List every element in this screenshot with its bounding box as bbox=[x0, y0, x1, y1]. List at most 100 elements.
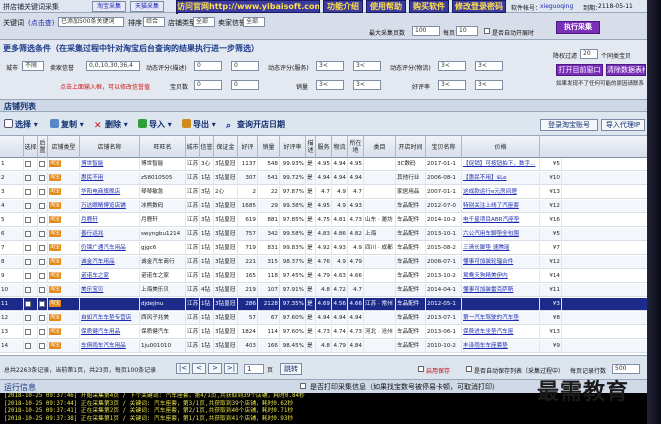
table-cell[interactable]: 车俱雨车汽车用品 bbox=[80, 340, 140, 352]
row-checkbox-cell[interactable] bbox=[24, 270, 38, 282]
tag-tmall[interactable]: 天猫采集 bbox=[130, 1, 164, 12]
grid-column-header[interactable]: 保证金 bbox=[214, 136, 238, 158]
row-checkbox[interactable] bbox=[25, 300, 31, 307]
grid-column-header[interactable]: 描述 bbox=[306, 136, 316, 158]
password-button[interactable]: 修改登录密码 bbox=[452, 0, 506, 13]
row-checkbox-cell[interactable] bbox=[38, 340, 48, 352]
row-checkbox-cell[interactable] bbox=[38, 312, 48, 324]
table-cell[interactable]: 这成款运行e元房间理 bbox=[462, 186, 540, 198]
row-checkbox-cell[interactable] bbox=[24, 172, 38, 184]
search-date-tool[interactable]: ⌕ 查询开店日期 bbox=[226, 119, 285, 131]
row-checkbox-cell[interactable] bbox=[24, 242, 38, 254]
row-checkbox-cell[interactable] bbox=[38, 270, 48, 282]
table-cell[interactable]: 保费进车坐垫汽车座 bbox=[462, 326, 540, 338]
row-checkbox[interactable] bbox=[39, 314, 45, 321]
table-cell[interactable]: 保质健汽车用品 bbox=[80, 326, 140, 338]
table-cell[interactable]: 诺诺车之家 bbox=[80, 270, 140, 282]
table-row[interactable]: 14 淘宝 车俱雨车汽车用品 1ju001010 江苏 1钻 3钻皇冠 403 166 98.45… bbox=[0, 340, 647, 353]
row-checkbox-cell[interactable] bbox=[24, 284, 38, 296]
table-cell[interactable]: 电千星项目ABR汽座垫 bbox=[462, 214, 540, 226]
row-checkbox[interactable] bbox=[25, 328, 31, 335]
table-cell[interactable]: 特别关注上线了汽座套 bbox=[462, 200, 540, 212]
copy-tool[interactable]: 复制 ▾ bbox=[50, 119, 84, 130]
sort-select[interactable]: 综合 bbox=[143, 17, 165, 27]
auto-checkbox[interactable] bbox=[484, 28, 490, 34]
row-checkbox-cell[interactable] bbox=[24, 228, 38, 240]
city-select[interactable]: 不限 bbox=[22, 61, 44, 71]
tag-taobao[interactable]: 淘宝采集 bbox=[92, 1, 126, 12]
table-row[interactable]: 8 淘宝 诚金汽车用品 诚金汽车商行 江苏 1钻 3钻皇冠 221 315 98.37% 是 4.76… bbox=[0, 256, 647, 269]
auto-save-checkbox[interactable] bbox=[466, 366, 472, 372]
row-checkbox-cell[interactable] bbox=[24, 312, 38, 324]
table-row[interactable]: 4 淘宝 万达眼睛博览店铺 冰熊数码 江苏 1钻 3钻皇冠 1685 29 99.38% 是 4.95… bbox=[0, 200, 647, 213]
export-tool[interactable]: 导出 ▾ bbox=[182, 119, 216, 130]
table-row[interactable]: 1 淘宝 博世智能 博世智能 江苏 3心 3钻皇冠 1137 548 99.93% 是 4.95 4.9… bbox=[0, 158, 647, 171]
row-checkbox[interactable] bbox=[39, 174, 45, 181]
row-checkbox[interactable] bbox=[39, 258, 45, 265]
keyword-input[interactable]: 已添加500条关键词 bbox=[58, 17, 124, 27]
row-checkbox-cell[interactable] bbox=[38, 326, 48, 338]
table-cell[interactable]: 博世智能 bbox=[80, 158, 140, 170]
print-log-checkbox[interactable] bbox=[300, 383, 306, 389]
grid-column-header[interactable] bbox=[0, 136, 24, 158]
row-checkbox[interactable] bbox=[25, 286, 31, 293]
grid-column-header[interactable]: 价格 bbox=[462, 136, 540, 158]
per-page-input[interactable]: 500 bbox=[612, 364, 640, 374]
row-checkbox[interactable] bbox=[25, 174, 31, 181]
table-cell[interactable]: 【惠民不用】$Le bbox=[462, 172, 540, 184]
row-checkbox[interactable] bbox=[39, 342, 45, 349]
row-checkbox-cell[interactable] bbox=[24, 298, 38, 310]
row-checkbox-cell[interactable] bbox=[38, 200, 48, 212]
row-checkbox[interactable] bbox=[25, 160, 31, 167]
service-to[interactable]: 3< bbox=[353, 61, 381, 71]
last-page-button[interactable]: >| bbox=[224, 363, 238, 374]
buy-button[interactable]: 购买软件 bbox=[409, 0, 449, 13]
delete-tool[interactable]: ✕ 删除 ▾ bbox=[94, 119, 128, 131]
table-cell[interactable]: 惠民不用 bbox=[80, 172, 140, 184]
prev-page-button[interactable]: < bbox=[192, 363, 206, 374]
grid-column-header[interactable]: 好评 bbox=[238, 136, 258, 158]
grid-column-header[interactable]: 旺旺名 bbox=[140, 136, 186, 158]
grid-column-header[interactable]: 城市 bbox=[186, 136, 200, 158]
table-cell[interactable]: 万达眼睛博览店铺 bbox=[80, 200, 140, 212]
row-checkbox[interactable] bbox=[25, 272, 31, 279]
table-row[interactable]: 13 淘宝 保质健汽车用品 保质健汽车 江苏 1钻 3钻皇冠 1824 114 97.60% 是 4.… bbox=[0, 326, 647, 339]
row-checkbox-cell[interactable] bbox=[24, 186, 38, 198]
row-checkbox[interactable] bbox=[39, 160, 45, 167]
table-row[interactable]: 3 淘宝 华阳电商旗舰店 琴琴敏急 江苏 3钻 2心 2 22 97.87% 是 4.7 4.9 4.7 家… bbox=[0, 186, 647, 199]
table-cell[interactable]: 第一汽车驾驶的汽车垫 bbox=[462, 312, 540, 324]
table-cell[interactable] bbox=[80, 298, 140, 310]
table-cell[interactable]: 懂事可加装轮辐合件 bbox=[462, 256, 540, 268]
desc-from[interactable]: 0 bbox=[194, 61, 222, 71]
table-row[interactable]: 9 淘宝 诺诺车之家 诺诺车之家 江苏 1钻 3钻皇冠 165 118 97.45% 是 4.79 4.… bbox=[0, 270, 647, 283]
table-cell[interactable]: 丰泽雨车车座套垫 bbox=[462, 340, 540, 352]
open-window-button[interactable]: 打开目前窗口 bbox=[556, 64, 603, 76]
row-checkbox-cell[interactable] bbox=[38, 242, 48, 254]
grid-column-header[interactable]: 所在地 bbox=[348, 136, 364, 158]
row-checkbox[interactable] bbox=[25, 258, 31, 265]
table-cell[interactable]: 懂事可加装雷克萨斯 bbox=[462, 284, 540, 296]
logistics-from[interactable]: 3< bbox=[438, 61, 466, 71]
keyword-hint-link[interactable]: (点击查) bbox=[28, 18, 54, 28]
row-checkbox-cell[interactable] bbox=[24, 214, 38, 226]
sales-from[interactable]: 3< bbox=[316, 80, 344, 90]
table-cell[interactable]: 诚金汽车用品 bbox=[80, 256, 140, 268]
go-button[interactable]: 跳转 bbox=[280, 363, 302, 375]
grid-column-header[interactable]: 选择 bbox=[24, 136, 38, 158]
next-page-button[interactable]: > bbox=[208, 363, 222, 374]
page-input[interactable]: 1 bbox=[244, 364, 264, 374]
table-cell[interactable]: 月鹿轩 bbox=[80, 214, 140, 226]
clear-table-button[interactable]: 清除数据表格 bbox=[606, 64, 646, 76]
row-checkbox-cell[interactable] bbox=[38, 228, 48, 240]
goods-to[interactable]: 0 bbox=[231, 80, 259, 90]
row-checkbox[interactable] bbox=[25, 230, 31, 237]
table-cell[interactable]: 美乐宝贝 bbox=[80, 284, 140, 296]
row-checkbox-cell[interactable] bbox=[38, 186, 48, 198]
row-checkbox[interactable] bbox=[39, 272, 45, 279]
row-checkbox[interactable] bbox=[39, 328, 45, 335]
table-cell[interactable]: 鸳鸯天狗精美伊内 bbox=[462, 270, 540, 282]
row-checkbox-cell[interactable] bbox=[38, 172, 48, 184]
service-from[interactable]: 3< bbox=[316, 61, 344, 71]
grid-column-header[interactable]: 服务 bbox=[316, 136, 332, 158]
rating-to[interactable]: 3< bbox=[475, 80, 503, 90]
